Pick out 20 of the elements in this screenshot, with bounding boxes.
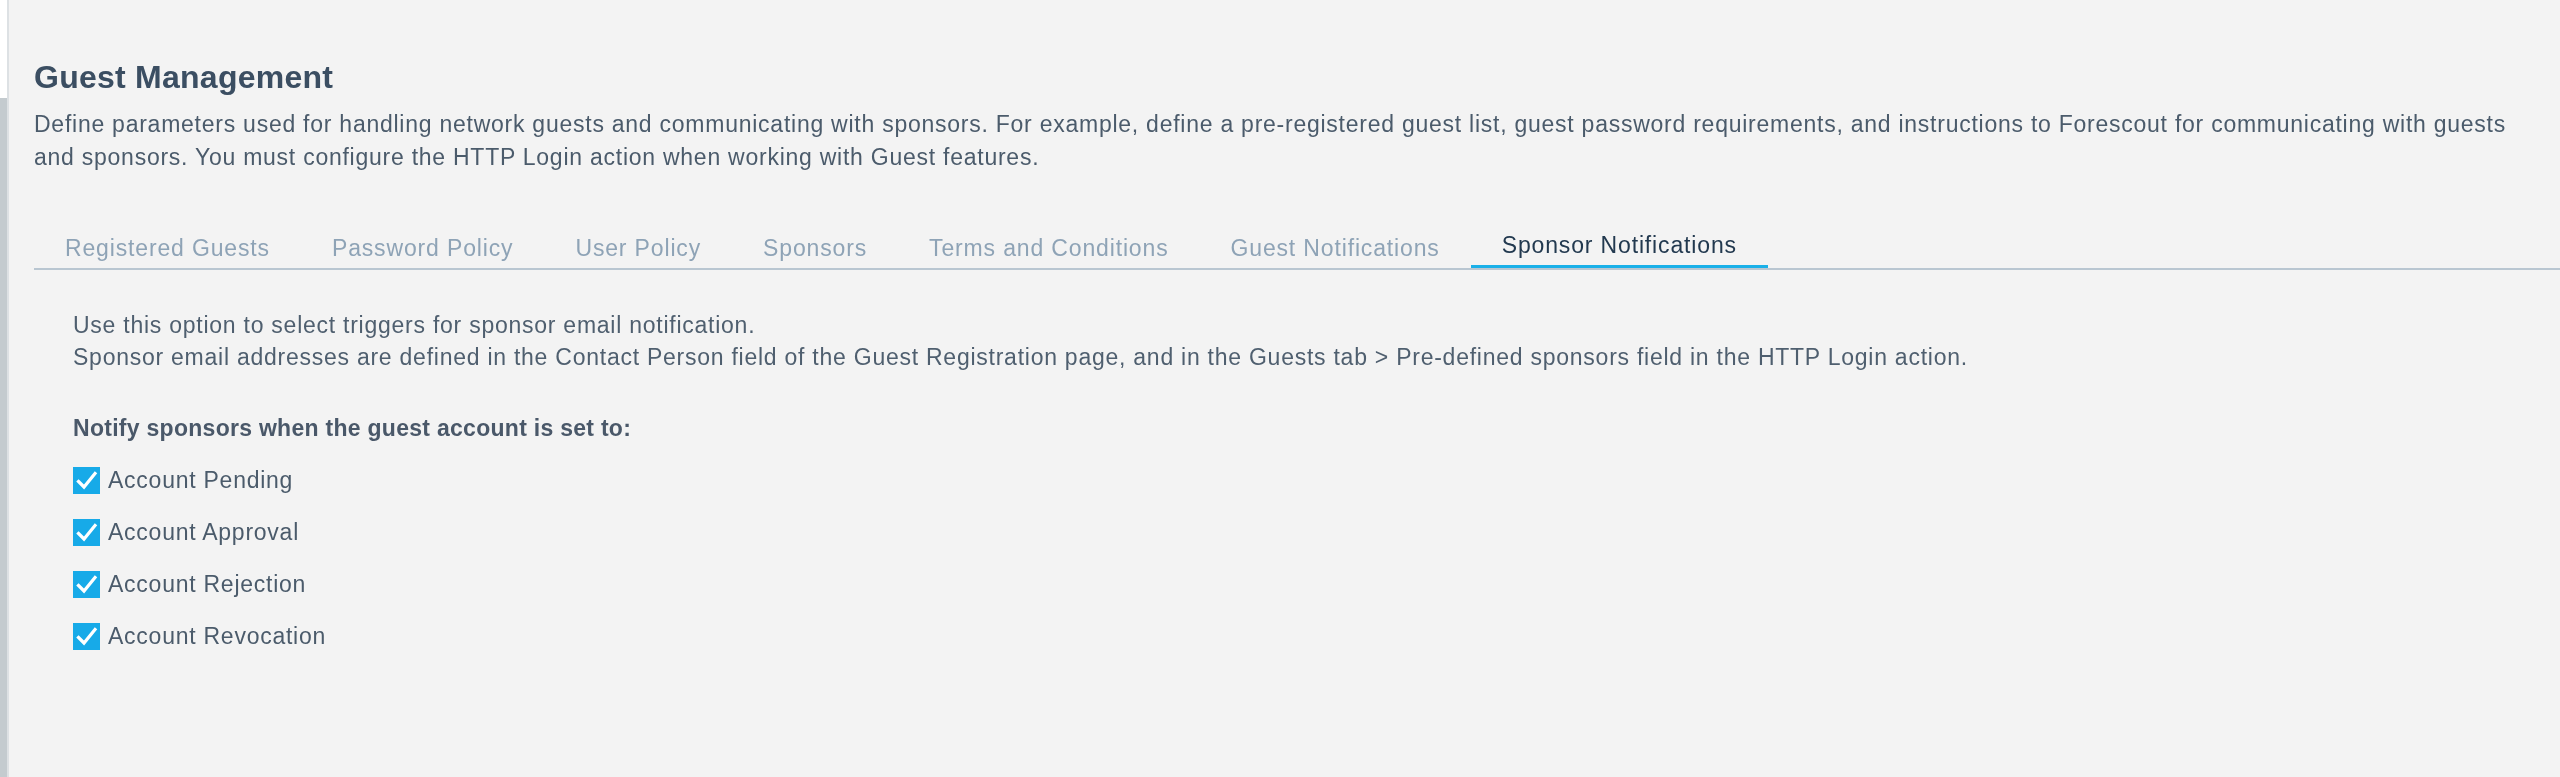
- tab[interactable]: User Policy: [544, 229, 733, 268]
- page-title: Guest Management: [34, 59, 335, 95]
- help-text: Sponsor email addresses are defined in the Contact Person field of the Guest Registration page, and in the Guests tab > Pre-defined sponsors field in the HTTP Login action.: [73, 343, 1969, 372]
- page-description: Define parameters used for handling network guests and communicating with sponsors. For example, define a pre-registered guest list, guest password requirements, and instructions to Forescout for communicating with guests and sponsors. You must configure the HTTP Login action when working with Guest features.: [34, 110, 2507, 172]
- checkbox-label: Account Rejection: [108, 570, 307, 599]
- tab[interactable]: Registered Guests: [34, 229, 301, 268]
- tab[interactable]: Guest Notifications: [1199, 229, 1471, 268]
- checkbox[interactable]: [73, 466, 100, 494]
- checkbox-label: Account Approval: [108, 518, 299, 547]
- tab[interactable]: Terms and Conditions: [898, 229, 1200, 268]
- tab[interactable]: Password Policy: [300, 229, 545, 268]
- section-heading: Notify sponsors when the guest account is set to:: [73, 414, 633, 443]
- checkbox-label: Account Revocation: [108, 622, 327, 651]
- checkbox[interactable]: [73, 518, 100, 546]
- tab[interactable]: Sponsors: [732, 229, 899, 268]
- help-text: Use this option to select triggers for sponsor email notification.: [73, 311, 757, 340]
- checkbox-label: Account Pending: [108, 466, 294, 495]
- checkbox[interactable]: [73, 622, 100, 650]
- tab[interactable]: Sponsor Notifications: [1470, 229, 1768, 268]
- checkbox[interactable]: [73, 570, 100, 598]
